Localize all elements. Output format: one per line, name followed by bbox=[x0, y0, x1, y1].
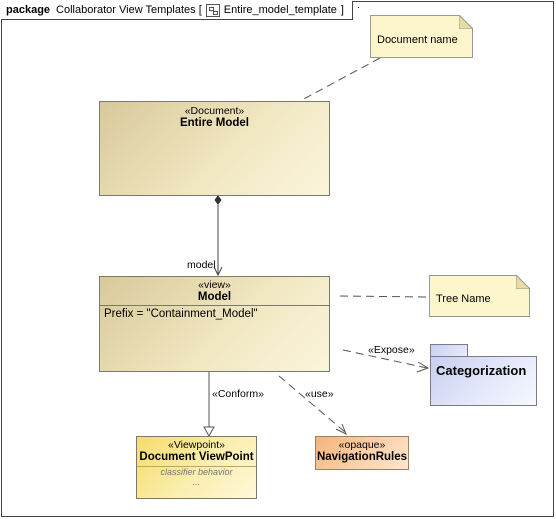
frame-keyword: package bbox=[6, 4, 51, 16]
viewpoint-name: Document ViewPoint bbox=[139, 451, 254, 463]
expose-label: «Expose» bbox=[368, 344, 415, 356]
note-fold-icon bbox=[516, 275, 530, 289]
frame-dot: . bbox=[357, 0, 360, 11]
frame-diagram-name: Entire_model_template bbox=[223, 4, 337, 16]
view-name: Model bbox=[197, 291, 232, 303]
class-diagram-icon bbox=[205, 3, 220, 17]
viewpoint-stereotype: «Viewpoint» bbox=[167, 439, 226, 451]
frame-title-tab[interactable]: package Collaborator View Templates [ En… bbox=[1, 1, 353, 20]
package-name: Categorization bbox=[436, 363, 527, 378]
opaque-name: NavigationRules bbox=[316, 451, 408, 463]
note-document-name[interactable]: Document name bbox=[370, 15, 473, 58]
viewpoint-compartment-label: classifier behavior bbox=[160, 467, 233, 477]
frame-title-suffix: ] bbox=[340, 4, 344, 16]
navigation-rules-behavior[interactable]: «opaque» NavigationRules bbox=[315, 436, 409, 470]
frame-title-prefix: Collaborator View Templates [ bbox=[56, 4, 202, 16]
opaque-stereotype: «opaque» bbox=[338, 439, 386, 451]
viewpoint-compartment-ellipsis: ... bbox=[192, 477, 201, 487]
package-body: Categorization bbox=[430, 356, 537, 406]
view-attribute: Prefix = "Containment_Model" bbox=[100, 305, 329, 322]
note-fold-icon bbox=[459, 15, 473, 29]
viewpoint-class[interactable]: «Viewpoint» Document ViewPoint classifie… bbox=[136, 436, 257, 499]
diagram-canvas: package Collaborator View Templates [ En… bbox=[0, 0, 556, 519]
viewpoint-compartment: classifier behavior ... bbox=[137, 466, 256, 487]
document-class[interactable]: «Document» Entire Model bbox=[99, 101, 330, 196]
view-stereotype: «view» bbox=[198, 279, 231, 291]
model-role-label: model bbox=[187, 259, 216, 271]
document-stereotype: «Document» bbox=[184, 105, 245, 117]
use-label: «use» bbox=[305, 388, 334, 400]
conform-label: «Conform» bbox=[212, 388, 264, 400]
note-tree-name[interactable]: Tree Name bbox=[429, 275, 530, 317]
package-frame bbox=[1, 1, 554, 517]
document-name: Entire Model bbox=[179, 117, 249, 129]
note-tree-name-text: Tree Name bbox=[436, 293, 491, 305]
categorization-package[interactable]: Categorization bbox=[430, 344, 537, 406]
view-class[interactable]: «view» Model Prefix = "Containment_Model… bbox=[99, 276, 330, 372]
note-document-name-text: Document name bbox=[377, 34, 458, 46]
